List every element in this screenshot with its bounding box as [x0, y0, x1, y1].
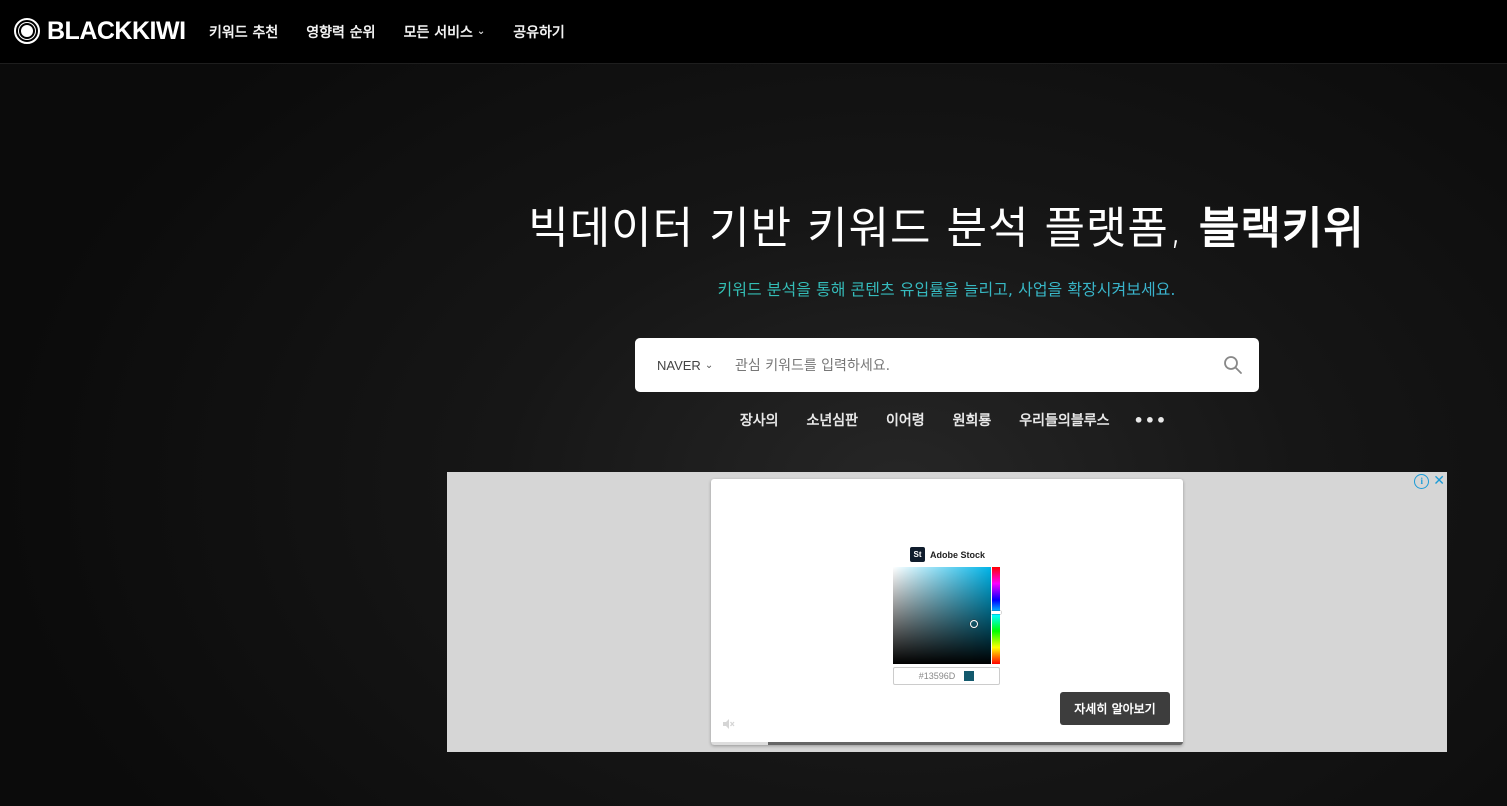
ad-brand: St Adobe Stock — [910, 547, 985, 562]
nav-label: 모든 서비스 — [403, 24, 473, 41]
hero-title-brand: 블랙키위 — [1198, 203, 1365, 254]
top-navbar: BLACKKIWI 키워드 추천 영향력 순위 모든 서비스 ⌄ 공유하기 — [0, 0, 1507, 64]
ad-video-progress-fill — [711, 742, 768, 745]
mute-icon[interactable] — [721, 717, 735, 731]
chevron-down-icon: ⌄ — [704, 359, 714, 371]
ad-info-icon[interactable]: i — [1414, 474, 1430, 489]
nav-all-services[interactable]: 모든 서비스 ⌄ — [404, 22, 486, 42]
hero-title: 빅데이터 기반 키워드 분석 플랫폼, 블랙키위 — [440, 192, 1453, 256]
ad-creative[interactable]: St Adobe Stock #13596D 자세히 알아보기 — [711, 479, 1183, 745]
nav-share[interactable]: 공유하기 — [513, 22, 565, 42]
hero-title-main: 빅데이터 기반 키워드 분석 플랫폼, — [528, 203, 1199, 254]
chevron-down-icon: ⌄ — [476, 26, 486, 37]
trending-keyword[interactable]: 장사의 — [740, 410, 779, 430]
nav-keyword-recommend[interactable]: 키워드 추천 — [209, 22, 278, 42]
nav-label: 영향력 순위 — [306, 24, 376, 41]
close-icon[interactable]: ✕ — [1433, 474, 1445, 489]
color-picker-handle — [970, 620, 978, 628]
ad-learn-more-button[interactable]: 자세히 알아보기 — [1060, 692, 1170, 725]
search-engine-label: NAVER — [657, 357, 701, 373]
trending-keyword[interactable]: 우리들의블루스 — [1019, 410, 1109, 430]
nav-label: 공유하기 — [513, 24, 565, 41]
hue-slider — [991, 567, 1001, 664]
main-nav: 키워드 추천 영향력 순위 모든 서비스 ⌄ 공유하기 — [209, 0, 593, 63]
ad-video-progress — [711, 742, 1183, 745]
ad-controls: i ✕ — [1414, 474, 1445, 489]
search-icon[interactable] — [1223, 355, 1243, 375]
logo[interactable]: BLACKKIWI — [14, 16, 186, 46]
nav-influence-ranking[interactable]: 영향력 순위 — [306, 22, 375, 42]
trending-keyword[interactable]: 소년심판 — [806, 410, 858, 430]
nav-label: 키워드 추천 — [209, 24, 279, 41]
ad-banner[interactable]: i ✕ St Adobe Stock #13596D 자세히 알아보기 — [447, 472, 1447, 752]
color-swatch — [964, 671, 975, 681]
hex-value-text: #13596D — [918, 671, 956, 681]
hue-slider-handle — [991, 611, 1001, 614]
kiwi-logo-icon — [14, 18, 40, 44]
search-engine-select[interactable]: NAVER ⌄ — [657, 338, 713, 392]
trending-keywords: 장사의 소년심판 이어령 원희룡 우리들의블루스 ••• — [440, 410, 1453, 430]
search-input[interactable] — [733, 350, 1217, 382]
color-picker-gradient — [893, 567, 991, 664]
hero-subtitle: 키워드 분석을 통해 콘텐츠 유입률을 늘리고, 사업을 확장시켜보세요. — [440, 276, 1453, 300]
trending-keyword[interactable]: 이어령 — [886, 410, 925, 430]
search-bar: NAVER ⌄ — [635, 338, 1259, 392]
more-dots-icon[interactable]: ••• — [1133, 411, 1167, 430]
trending-keyword[interactable]: 원희룡 — [953, 410, 992, 430]
adobe-stock-logo-icon: St — [910, 547, 925, 562]
hex-value-field: #13596D — [893, 667, 1000, 685]
logo-text: BLACKKIWI — [47, 16, 186, 45]
ad-brand-name: Adobe Stock — [930, 549, 986, 560]
